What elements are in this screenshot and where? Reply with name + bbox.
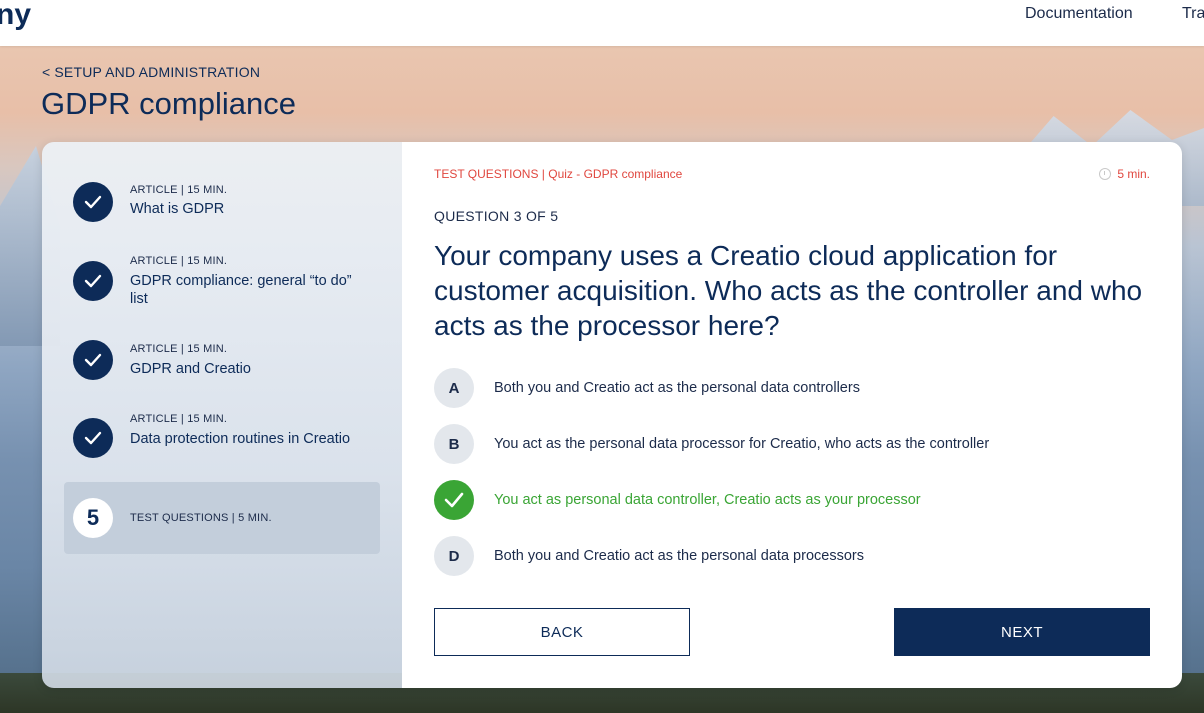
option-text: You act as personal data controller, Cre… bbox=[494, 492, 921, 508]
step-number: 5 bbox=[73, 498, 113, 538]
check-icon bbox=[84, 353, 102, 367]
option-text: Both you and Creatio act as the personal… bbox=[494, 548, 864, 564]
step-meta: TEST QUESTIONS | 5 MIN. bbox=[130, 512, 272, 524]
back-button[interactable]: BACK bbox=[434, 608, 690, 656]
step-status-completed bbox=[73, 182, 113, 222]
option-letter: A bbox=[434, 368, 474, 408]
check-icon bbox=[84, 431, 102, 445]
answer-option-b[interactable]: B You act as the personal data processor… bbox=[434, 424, 1154, 464]
option-text: Both you and Creatio act as the personal… bbox=[494, 380, 860, 396]
question-counter: QUESTION 3 OF 5 bbox=[434, 208, 559, 224]
step-meta: ARTICLE | 15 MIN. bbox=[130, 413, 228, 425]
breadcrumb[interactable]: < SETUP AND ADMINISTRATION bbox=[42, 64, 260, 80]
quiz-duration: 5 min. bbox=[1099, 167, 1150, 181]
step-item-active[interactable]: 5 TEST QUESTIONS | 5 MIN. bbox=[64, 482, 380, 554]
top-navigation-bar: ny Documentation Tra bbox=[0, 0, 1204, 46]
step-status-completed bbox=[73, 340, 113, 380]
quiz-panel: TEST QUESTIONS | Quiz - GDPR compliance … bbox=[402, 142, 1182, 688]
nav-link-training[interactable]: Tra bbox=[1182, 5, 1204, 23]
step-item[interactable]: ARTICLE | 15 MIN. What is GDPR bbox=[64, 180, 380, 230]
option-letter: B bbox=[434, 424, 474, 464]
logo[interactable]: ny bbox=[0, 0, 31, 32]
check-icon bbox=[84, 274, 102, 288]
quiz-meta: TEST QUESTIONS | Quiz - GDPR compliance bbox=[434, 167, 683, 181]
option-text: You act as the personal data processor f… bbox=[494, 436, 990, 452]
question-text: Your company uses a Creatio cloud applic… bbox=[434, 240, 1143, 341]
step-status-completed bbox=[73, 261, 113, 301]
step-item[interactable]: ARTICLE | 15 MIN. GDPR compliance: gener… bbox=[64, 255, 380, 315]
chevron-left-icon: < bbox=[42, 64, 51, 80]
nav-link-documentation[interactable]: Documentation bbox=[1025, 5, 1133, 23]
step-item[interactable]: ARTICLE | 15 MIN. GDPR and Creatio bbox=[64, 340, 380, 392]
step-meta: ARTICLE | 15 MIN. bbox=[130, 255, 228, 267]
answer-option-a[interactable]: A Both you and Creatio act as the person… bbox=[434, 368, 1154, 408]
breadcrumb-label: SETUP AND ADMINISTRATION bbox=[54, 64, 261, 80]
answer-option-d[interactable]: D Both you and Creatio act as the person… bbox=[434, 536, 1154, 576]
step-meta: ARTICLE | 15 MIN. bbox=[130, 184, 228, 196]
course-card: ARTICLE | 15 MIN. What is GDPR ARTICLE |… bbox=[42, 142, 1182, 688]
clock-icon bbox=[1099, 168, 1112, 180]
step-status-completed bbox=[73, 418, 113, 458]
check-icon bbox=[84, 195, 102, 209]
answer-option-c[interactable]: You act as personal data controller, Cre… bbox=[434, 480, 1154, 520]
step-meta: ARTICLE | 15 MIN. bbox=[130, 343, 228, 355]
step-item[interactable]: ARTICLE | 15 MIN. Data protection routin… bbox=[64, 412, 380, 472]
option-letter: D bbox=[434, 536, 474, 576]
next-button[interactable]: NEXT bbox=[894, 608, 1150, 656]
course-steps-sidebar: ARTICLE | 15 MIN. What is GDPR ARTICLE |… bbox=[42, 142, 402, 688]
step-title: GDPR compliance: general “to do” list bbox=[130, 273, 352, 307]
quiz-duration-label: 5 min. bbox=[1117, 167, 1150, 181]
step-title: Data protection routines in Creatio bbox=[130, 431, 351, 447]
check-icon bbox=[444, 492, 464, 508]
correct-answer-badge bbox=[434, 480, 474, 520]
page-title: GDPR compliance bbox=[41, 86, 296, 121]
step-title: What is GDPR bbox=[130, 201, 225, 217]
step-title: GDPR and Creatio bbox=[130, 361, 251, 377]
